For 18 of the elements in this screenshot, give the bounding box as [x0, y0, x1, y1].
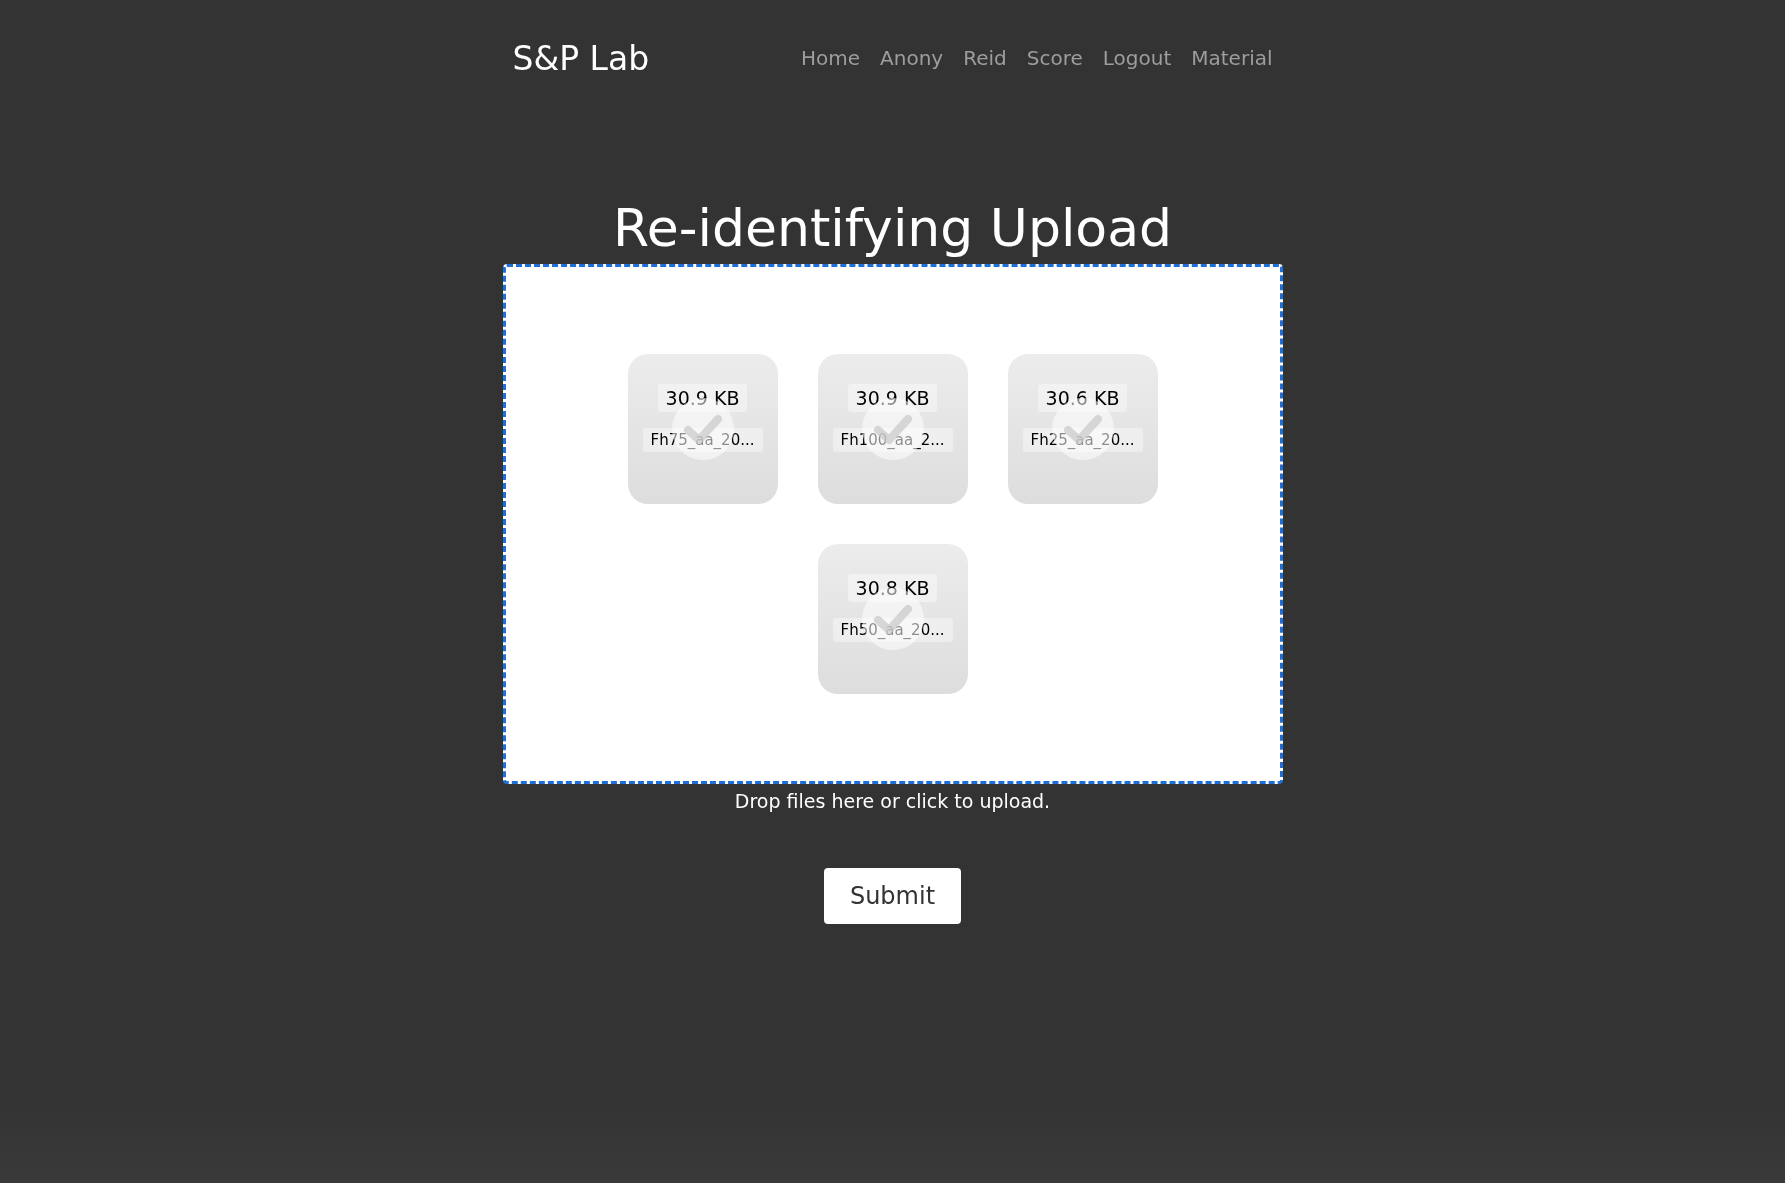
- file-name: Fh25_aa_20...: [1022, 428, 1143, 452]
- nav-link[interactable]: Logout: [1102, 46, 1172, 70]
- nav-link[interactable]: Home: [801, 46, 861, 70]
- upload-hint: Drop files here or click to upload.: [734, 790, 1051, 812]
- file-size: 30.8 KB: [847, 574, 938, 602]
- file-name: Fh50_aa_20...: [832, 618, 953, 642]
- submit-button[interactable]: Submit: [823, 868, 962, 924]
- nav-link[interactable]: Reid: [963, 46, 1007, 70]
- nav-link[interactable]: Material: [1191, 46, 1273, 70]
- nav-link[interactable]: Score: [1026, 46, 1083, 70]
- file-size: 30.9 KB: [657, 384, 748, 412]
- nav-link[interactable]: Anony: [880, 46, 944, 70]
- brand-title: S&P Lab: [511, 38, 650, 78]
- file-size: 30.9 KB: [847, 384, 938, 412]
- file-name: Fh100_aa_2...: [832, 428, 953, 452]
- file-name: Fh75_aa_20...: [642, 428, 763, 452]
- upload-dropzone[interactable]: 30.9 KB Fh75_aa_20... 30.9 KB Fh100_aa_2... 30.6 KB Fh25_aa_20... 30.8 KB Fh50_aa_20...: [502, 264, 1283, 784]
- file-size: 30.6 KB: [1037, 384, 1128, 412]
